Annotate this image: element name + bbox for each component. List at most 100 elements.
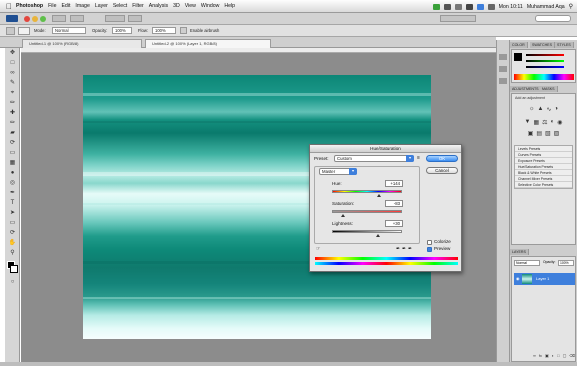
- status-icon-green[interactable]: [432, 3, 440, 10]
- status-icon-dark[interactable]: [443, 3, 451, 10]
- spotlight-icon[interactable]: ⚲: [569, 3, 573, 10]
- wifi-icon[interactable]: [454, 3, 462, 10]
- tab-layers[interactable]: LAYERS: [510, 249, 529, 255]
- apple-icon[interactable]: : [6, 2, 12, 11]
- photo-filter-icon[interactable]: ◉: [557, 119, 562, 126]
- menubar-clock[interactable]: Mon 10:11: [499, 4, 523, 10]
- menu-window[interactable]: Window: [201, 3, 219, 9]
- posterize-icon[interactable]: ▤: [536, 130, 542, 137]
- preview-checkbox[interactable]: [427, 247, 432, 252]
- menu-3d[interactable]: 3D: [173, 3, 180, 9]
- menu-help[interactable]: Help: [224, 3, 235, 9]
- eyedropper-plus-icon[interactable]: ✒: [402, 246, 406, 252]
- layer-row[interactable]: ◉ Layer 1: [514, 273, 575, 285]
- preset-options-icon[interactable]: ≡: [417, 155, 423, 162]
- link-layers-icon[interactable]: ∞: [533, 353, 536, 360]
- color-panel-foreground-swatch[interactable]: [514, 53, 522, 61]
- airbrush-icon[interactable]: [180, 27, 187, 34]
- arrange-docs-button[interactable]: [128, 15, 142, 22]
- brightness-icon[interactable]: ☼: [529, 106, 535, 113]
- zoom-level-button[interactable]: [105, 15, 125, 22]
- blend-mode-select[interactable]: Normal: [514, 260, 540, 266]
- tab-masks[interactable]: MASKS: [540, 86, 558, 92]
- quick-mask-icon[interactable]: ○: [7, 278, 18, 287]
- levels-icon[interactable]: ▲: [537, 106, 543, 113]
- history-brush-tool-icon[interactable]: ⟳: [7, 139, 18, 148]
- hue-slider[interactable]: [332, 190, 402, 193]
- opacity-field[interactable]: 100%: [112, 27, 132, 34]
- exposure-icon[interactable]: ◑: [554, 106, 558, 113]
- eraser-tool-icon[interactable]: ▭: [7, 149, 18, 158]
- menu-analysis[interactable]: Analysis: [149, 3, 168, 9]
- background-color-swatch[interactable]: [10, 265, 18, 273]
- saturation-slider[interactable]: [332, 210, 402, 213]
- brush-tool-icon[interactable]: [6, 27, 15, 35]
- channel-select[interactable]: Master ▼: [319, 168, 357, 175]
- gradient-map-icon[interactable]: ▨: [554, 130, 560, 137]
- trash-icon[interactable]: ⌫: [569, 353, 575, 360]
- workspace-switcher[interactable]: [440, 15, 476, 22]
- curves-icon[interactable]: ∿: [546, 106, 551, 113]
- menu-file[interactable]: File: [48, 3, 56, 9]
- green-slider[interactable]: [526, 60, 564, 62]
- tab-color[interactable]: COLOR: [510, 42, 528, 48]
- threshold-icon[interactable]: ▧: [545, 130, 551, 137]
- type-tool-icon[interactable]: T: [7, 199, 18, 208]
- crop-tool-icon[interactable]: ⌖: [7, 89, 18, 98]
- invert-icon[interactable]: ▣: [528, 130, 534, 137]
- 3d-tool-icon[interactable]: ⟳: [7, 229, 18, 238]
- close-window-icon[interactable]: [24, 16, 30, 22]
- hue-field[interactable]: +144: [385, 180, 403, 187]
- eye-icon[interactable]: ◉: [516, 276, 520, 281]
- battery-icon[interactable]: [487, 3, 495, 10]
- shape-tool-icon[interactable]: ▭: [7, 219, 18, 228]
- document-tab-1[interactable]: Untitled-1 @ 100% (RGB/8): [22, 39, 142, 48]
- mode-select[interactable]: Normal: [52, 27, 86, 34]
- lightness-field[interactable]: +30: [385, 220, 403, 227]
- eyedropper-minus-icon[interactable]: ✒: [408, 246, 412, 252]
- brush-preset-picker[interactable]: [18, 27, 30, 35]
- search-field[interactable]: [535, 15, 571, 22]
- layer-name[interactable]: Layer 1: [536, 276, 549, 281]
- layer-style-icon[interactable]: fx: [539, 353, 542, 360]
- menu-select[interactable]: Select: [113, 3, 127, 9]
- view-extras-button[interactable]: [70, 15, 84, 22]
- hue-slider-thumb[interactable]: [377, 194, 381, 197]
- preset-select[interactable]: Custom ▼: [334, 155, 414, 162]
- eyedropper-tool-icon[interactable]: ✏: [7, 99, 18, 108]
- volume-icon[interactable]: [465, 3, 473, 10]
- tab-styles[interactable]: STYLES: [555, 42, 574, 48]
- pen-tool-icon[interactable]: ✒: [7, 189, 18, 198]
- new-layer-icon[interactable]: ▢: [563, 353, 567, 360]
- new-group-icon[interactable]: □: [557, 353, 559, 360]
- add-mask-icon[interactable]: ▣: [545, 353, 549, 360]
- lightness-slider-thumb[interactable]: [376, 234, 380, 237]
- hand-adjust-icon[interactable]: ☞: [316, 246, 320, 252]
- menu-layer[interactable]: Layer: [95, 3, 108, 9]
- minimize-window-icon[interactable]: [32, 16, 38, 22]
- saturation-slider-thumb[interactable]: [341, 214, 345, 217]
- menu-view[interactable]: View: [185, 3, 196, 9]
- menu-image[interactable]: Image: [75, 3, 89, 9]
- black-white-icon[interactable]: ◐: [551, 119, 555, 126]
- vibrance-icon[interactable]: ▼: [525, 119, 531, 126]
- app-menu-photoshop[interactable]: Photoshop: [16, 3, 43, 9]
- bridge-button[interactable]: [52, 15, 66, 22]
- menu-filter[interactable]: Filter: [132, 3, 144, 9]
- blur-tool-icon[interactable]: ●: [7, 169, 18, 178]
- tab-adjustments[interactable]: ADJUSTMENTS: [510, 86, 542, 92]
- dodge-tool-icon[interactable]: ◎: [7, 179, 18, 188]
- path-select-tool-icon[interactable]: ➤: [7, 209, 18, 218]
- color-balance-icon[interactable]: ⚖: [542, 119, 547, 126]
- lasso-tool-icon[interactable]: ∞: [7, 69, 18, 78]
- zoom-window-icon[interactable]: [40, 16, 46, 22]
- colorize-checkbox[interactable]: [427, 240, 432, 245]
- marquee-tool-icon[interactable]: □: [7, 59, 18, 68]
- color-swatches[interactable]: [5, 261, 19, 277]
- move-tool-icon[interactable]: ✥: [7, 49, 18, 58]
- cancel-button[interactable]: Cancel: [426, 167, 458, 174]
- clone-stamp-tool-icon[interactable]: ▰: [7, 129, 18, 138]
- ok-button[interactable]: OK: [426, 155, 458, 162]
- tab-swatches[interactable]: SWATCHES: [530, 42, 555, 48]
- history-panel-icon[interactable]: [499, 54, 507, 60]
